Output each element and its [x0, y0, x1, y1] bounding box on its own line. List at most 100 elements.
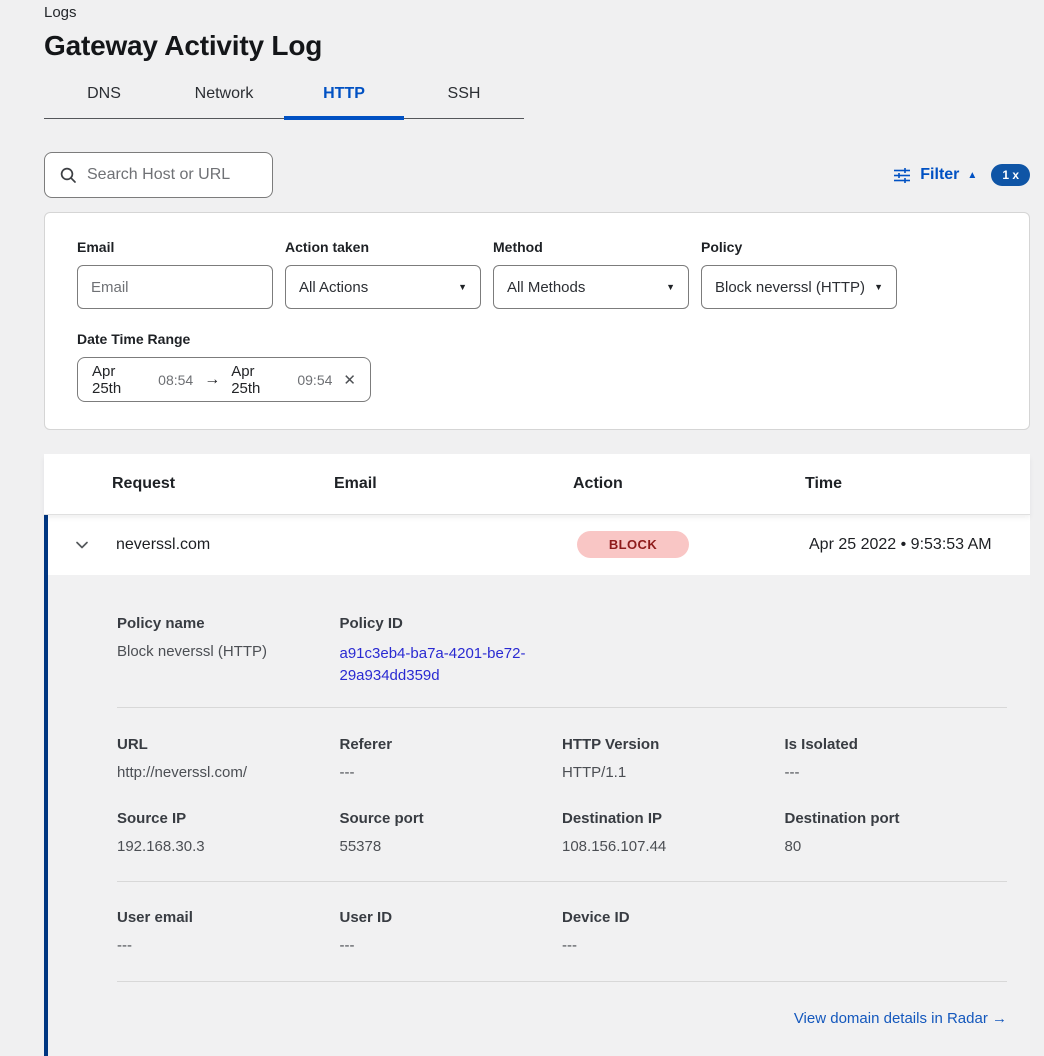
- destination-ip-value: 108.156.107.44: [562, 838, 785, 855]
- url-value: http://neverssl.com/: [117, 764, 340, 781]
- filter-button[interactable]: Filter: [920, 166, 959, 184]
- is-isolated-value: ---: [785, 764, 1008, 781]
- breadcrumb[interactable]: Logs: [44, 0, 1030, 21]
- referer-value: ---: [340, 764, 563, 781]
- end-date: Apr 25th: [231, 363, 286, 397]
- email-filter-label: Email: [77, 239, 273, 255]
- detail-url: URL http://neverssl.com/: [117, 736, 340, 781]
- destination-port-value: 80: [785, 838, 1008, 855]
- url-label: URL: [117, 736, 340, 753]
- http-section: URL http://neverssl.com/ Referer --- HTT…: [117, 736, 1007, 781]
- filter-fields-row: Email Action taken All Actions ▼ Method …: [77, 239, 997, 309]
- tab-network[interactable]: Network: [164, 75, 284, 118]
- column-header-action: Action: [573, 475, 805, 493]
- column-header-email: Email: [334, 475, 573, 493]
- detail-source-port: Source port 55378: [340, 810, 563, 855]
- search-icon: [59, 166, 77, 184]
- detail-policy-id: Policy ID a91c3eb4-ba7a-4201-be72-29a934…: [340, 615, 563, 687]
- page-content: Logs Gateway Activity Log DNS Network HT…: [44, 0, 1030, 1056]
- user-id-label: User ID: [340, 909, 563, 926]
- log-table: Request Email Action Time neverssl.com B…: [44, 454, 1030, 1056]
- email-filter-field: Email: [77, 239, 273, 309]
- clear-date-range-icon[interactable]: ✕: [343, 371, 356, 389]
- row-time: Apr 25 2022 • 9:53:53 AM: [809, 536, 1030, 554]
- row-details-panel: Policy name Block neverssl (HTTP) Policy…: [44, 575, 1030, 1056]
- section-divider: [117, 707, 1007, 708]
- collapse-filters-icon[interactable]: ▲: [967, 170, 977, 181]
- chevron-down-icon: ▼: [666, 282, 675, 292]
- user-email-label: User email: [117, 909, 340, 926]
- user-email-value: ---: [117, 937, 340, 954]
- source-port-value: 55378: [340, 838, 563, 855]
- section-divider: [117, 981, 1007, 982]
- chevron-down-icon: ▼: [458, 282, 467, 292]
- detail-user-id: User ID ---: [340, 909, 563, 954]
- column-header-request: Request: [112, 475, 334, 493]
- method-label: Method: [493, 239, 689, 255]
- date-range-label: Date Time Range: [77, 331, 997, 347]
- detail-http-version: HTTP Version HTTP/1.1: [562, 736, 785, 781]
- date-range-picker[interactable]: Apr 25th 08:54 → Apr 25th 09:54 ✕: [77, 357, 371, 402]
- device-id-label: Device ID: [562, 909, 785, 926]
- page-title: Gateway Activity Log: [44, 30, 1030, 62]
- view-in-radar-link[interactable]: View domain details in Radar →: [794, 1010, 1007, 1027]
- filter-controls: Filter ▲ 1 x: [893, 164, 1030, 186]
- row-action: BLOCK: [577, 531, 809, 558]
- filter-count-badge[interactable]: 1 x: [991, 164, 1030, 186]
- block-status-badge: BLOCK: [577, 531, 689, 558]
- start-time: 08:54: [158, 372, 193, 388]
- action-taken-label: Action taken: [285, 239, 481, 255]
- detail-referer: Referer ---: [340, 736, 563, 781]
- method-value: All Methods: [507, 279, 585, 296]
- device-id-value: ---: [562, 937, 785, 954]
- section-divider: [117, 881, 1007, 882]
- policy-value: Block neverssl (HTTP): [715, 279, 865, 296]
- detail-user-email: User email ---: [117, 909, 340, 954]
- radar-link-row: View domain details in Radar →: [117, 1010, 1007, 1027]
- method-field: Method All Methods ▼: [493, 239, 689, 309]
- email-input-wrap: [77, 265, 273, 309]
- policy-name-value: Block neverssl (HTTP): [117, 643, 340, 660]
- tab-ssh[interactable]: SSH: [404, 75, 524, 118]
- detail-destination-ip: Destination IP 108.156.107.44: [562, 810, 785, 855]
- tab-http[interactable]: HTTP: [284, 75, 404, 118]
- tab-bar: DNS Network HTTP SSH: [44, 75, 524, 119]
- source-ip-label: Source IP: [117, 810, 340, 827]
- action-taken-select[interactable]: All Actions ▼: [285, 265, 481, 309]
- destination-ip-label: Destination IP: [562, 810, 785, 827]
- search-input[interactable]: [87, 166, 260, 184]
- user-id-value: ---: [340, 937, 563, 954]
- http-version-label: HTTP Version: [562, 736, 785, 753]
- toolbar: Filter ▲ 1 x: [44, 152, 1030, 198]
- table-header: Request Email Action Time: [44, 454, 1030, 514]
- detail-source-ip: Source IP 192.168.30.3: [117, 810, 340, 855]
- user-section: User email --- User ID --- Device ID ---: [117, 909, 1007, 954]
- source-port-label: Source port: [340, 810, 563, 827]
- detail-destination-port: Destination port 80: [785, 810, 1008, 855]
- email-filter-input[interactable]: [91, 279, 259, 296]
- method-select[interactable]: All Methods ▼: [493, 265, 689, 309]
- policy-id-label: Policy ID: [340, 615, 563, 632]
- table-row[interactable]: neverssl.com BLOCK Apr 25 2022 • 9:53:53…: [44, 514, 1030, 575]
- policy-id-link[interactable]: a91c3eb4-ba7a-4201-be72-29a934dd359d: [340, 643, 530, 687]
- policy-name-label: Policy name: [117, 615, 340, 632]
- column-header-time: Time: [805, 475, 1030, 493]
- action-taken-value: All Actions: [299, 279, 368, 296]
- arrow-right-icon: →: [204, 371, 220, 389]
- is-isolated-label: Is Isolated: [785, 736, 1008, 753]
- policy-label: Policy: [701, 239, 897, 255]
- tab-dns[interactable]: DNS: [44, 75, 164, 118]
- detail-device-id: Device ID ---: [562, 909, 785, 954]
- policy-section: Policy name Block neverssl (HTTP) Policy…: [117, 615, 1007, 687]
- row-expand-chevron-icon[interactable]: [74, 539, 90, 551]
- destination-port-label: Destination port: [785, 810, 1008, 827]
- detail-policy-name: Policy name Block neverssl (HTTP): [117, 615, 340, 687]
- detail-is-isolated: Is Isolated ---: [785, 736, 1008, 781]
- end-time: 09:54: [297, 372, 332, 388]
- referer-label: Referer: [340, 736, 563, 753]
- filter-panel: Email Action taken All Actions ▼ Method …: [44, 212, 1030, 430]
- http-version-value: HTTP/1.1: [562, 764, 785, 781]
- row-request: neverssl.com: [116, 536, 338, 554]
- policy-select[interactable]: Block neverssl (HTTP) ▼: [701, 265, 897, 309]
- network-section: Source IP 192.168.30.3 Source port 55378…: [117, 810, 1007, 855]
